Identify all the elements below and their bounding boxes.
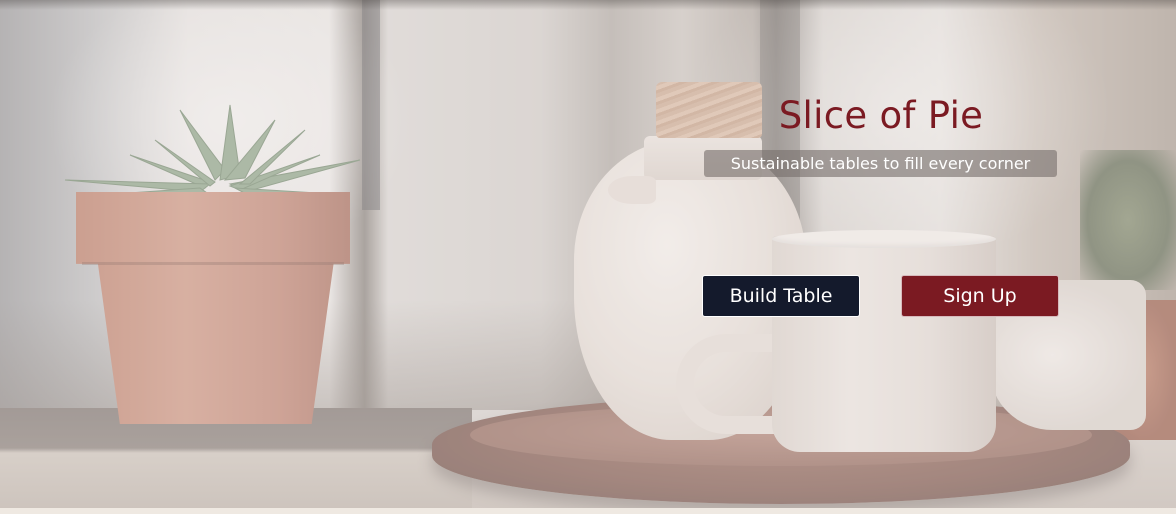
build-table-button[interactable]: Build Table: [702, 275, 860, 317]
section-divider: [0, 508, 1176, 514]
hero-overlay: [0, 0, 1176, 514]
hero-section: Slice of Pie Sustainable tables to fill …: [0, 0, 1176, 514]
sign-up-button[interactable]: Sign Up: [901, 275, 1059, 317]
tagline: Sustainable tables to fill every corner: [704, 150, 1057, 177]
header-shadow: [0, 0, 1176, 10]
brand-title: Slice of Pie: [778, 94, 984, 137]
